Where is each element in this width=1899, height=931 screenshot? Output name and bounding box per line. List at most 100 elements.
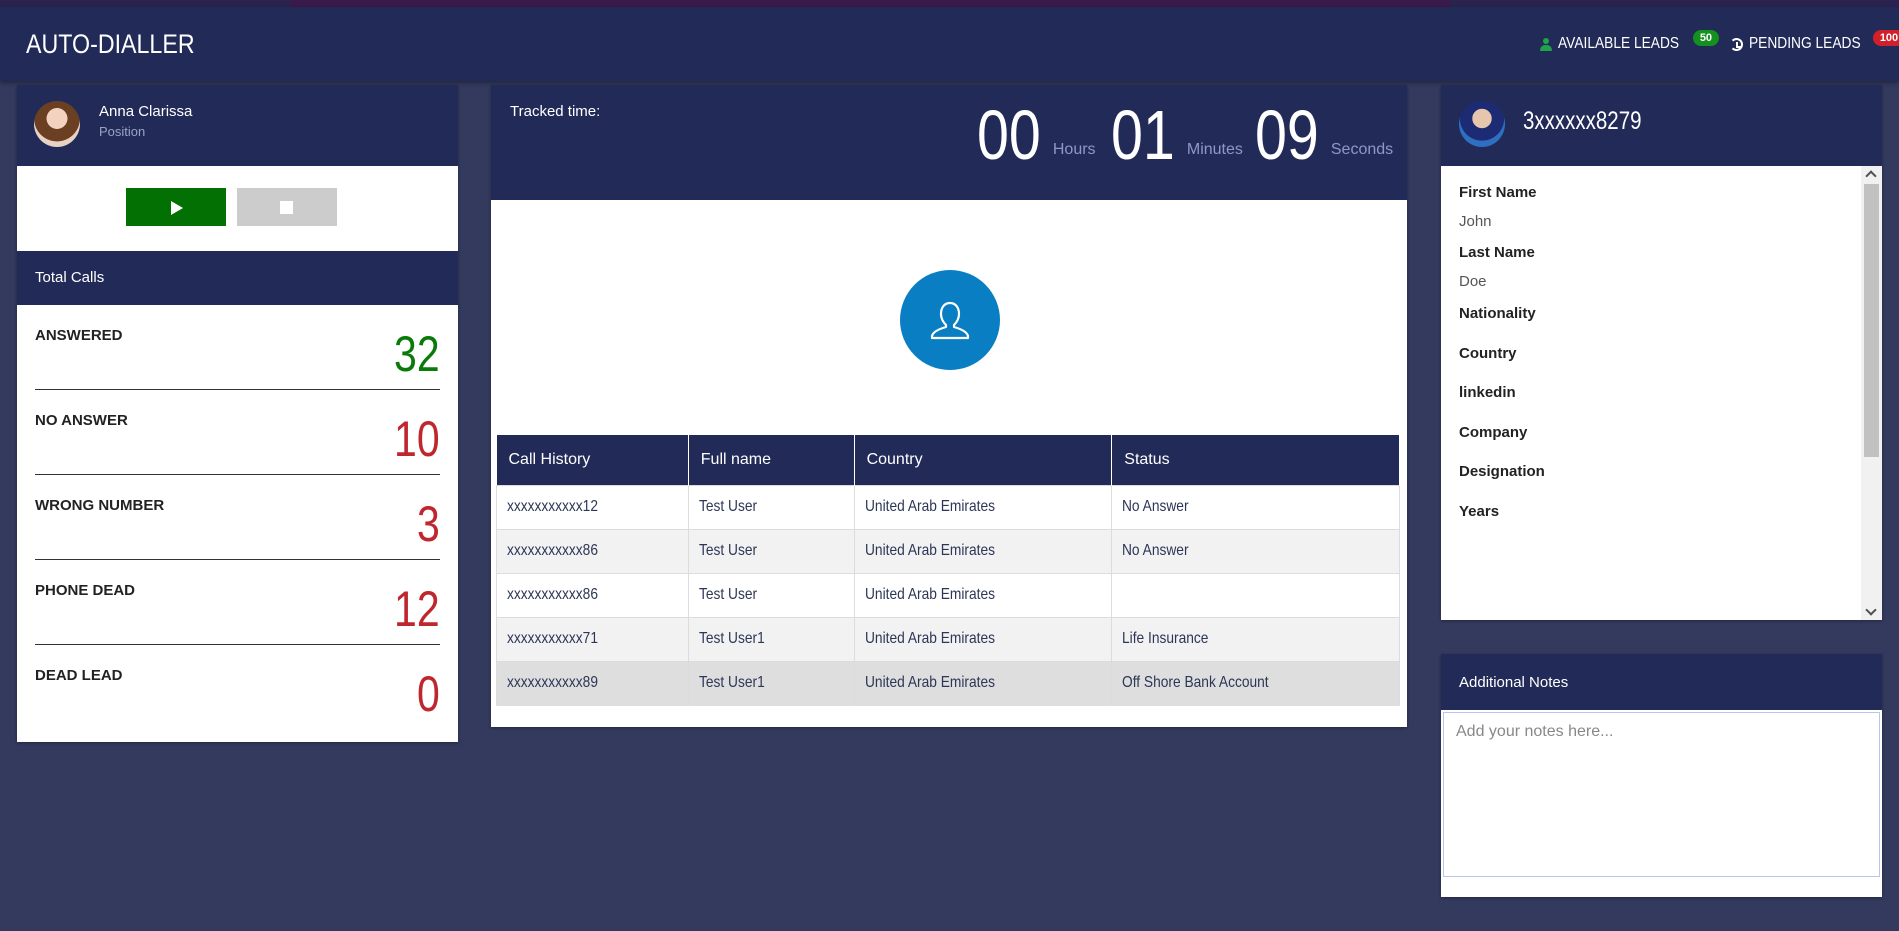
call-stat-label: ANSWERED [35, 327, 123, 344]
cell-text: Life Insurance [1122, 630, 1209, 647]
agent-name: Anna Clarissa [99, 103, 193, 120]
lead-field: linkedin [1459, 384, 1516, 401]
pending-leads-link[interactable]: PENDING LEADS 100 [1730, 30, 1899, 53]
call-history-table: Call History Full name Country Status xxxxx… [496, 435, 1400, 706]
table-row[interactable]: xxxxxxxxxxx71 Test User1 United Arab Emira… [496, 616, 1400, 662]
minutes-unit: Minutes [1186, 141, 1243, 158]
cell-text: No Answer [1122, 498, 1189, 515]
agent-position: Position [99, 124, 146, 139]
table-cell: Test User [687, 572, 855, 618]
lead-field-label: linkedin [1459, 384, 1516, 401]
call-stat: WRONG NUMBER 3 [35, 475, 440, 560]
dialler-controls [17, 166, 458, 251]
call-stat: ANSWERED 32 [35, 305, 440, 390]
cell-text: Test User [698, 498, 757, 515]
column-header: Full name [688, 435, 855, 485]
agent-avatar [34, 101, 80, 147]
lead-details-panel: 3xxxxxx8279 First Name John Last Name Doe Na… [1441, 85, 1882, 620]
call-stats-list: ANSWERED 32 NO ANSWER 10 WRONG NUMBER 3 PHO… [17, 305, 458, 730]
app-header: AUTO-DIALLER AVAILABLE LEADS 50 PENDING … [0, 7, 1899, 81]
table-cell: xxxxxxxxxxx71 [496, 616, 689, 662]
agent-profile: Anna Clarissa Position [17, 85, 458, 166]
notes-textarea[interactable] [1443, 712, 1880, 877]
call-stat: DEAD LEAD 0 [35, 645, 440, 730]
table-cell: xxxxxxxxxxx86 [496, 528, 689, 574]
column-header: Call History [496, 435, 689, 485]
call-stat-value: 10 [394, 411, 440, 467]
available-leads-link[interactable]: AVAILABLE LEADS 50 [1540, 30, 1720, 53]
lead-field-value: Doe [1459, 273, 1487, 290]
table-row[interactable]: xxxxxxxxxxx86 Test User United Arab Emirat… [496, 528, 1400, 574]
table-row[interactable]: xxxxxxxxxxx89 Test User1 United Arab Emira… [496, 660, 1400, 706]
cell-text: xxxxxxxxxxx89 [507, 674, 598, 691]
table-cell: No Answer [1111, 528, 1400, 574]
table-cell [1111, 572, 1400, 618]
table-row[interactable]: xxxxxxxxxxx86 Test User United Arab Emirat… [496, 572, 1400, 618]
table-cell: Test User1 [687, 616, 855, 662]
table-cell: United Arab Emirates [853, 616, 1113, 662]
lead-header: 3xxxxxx8279 [1441, 85, 1882, 166]
call-history-header-row: Call History Full name Country Status [496, 435, 1400, 485]
call-stat: NO ANSWER 10 [35, 390, 440, 475]
scroll-down-icon[interactable] [1866, 606, 1877, 617]
play-button[interactable] [126, 188, 226, 226]
available-leads-label: AVAILABLE LEADS [1558, 35, 1680, 52]
lead-fields-scrollbar[interactable] [1861, 166, 1882, 620]
table-cell: Test User [687, 528, 855, 574]
cell-text: Test User1 [698, 630, 765, 647]
call-stat-label: PHONE DEAD [35, 582, 136, 599]
table-cell: United Arab Emirates [853, 660, 1113, 706]
lead-avatar-placeholder [900, 270, 1000, 370]
user-icon [1540, 37, 1552, 51]
pending-leads-badge: 100 [1872, 30, 1899, 46]
call-stat-label: WRONG NUMBER [35, 497, 165, 514]
lead-field-label: Nationality [1459, 305, 1536, 322]
lead-avatar [1459, 101, 1505, 147]
lead-field: Designation [1459, 463, 1545, 480]
cell-text: No Answer [1122, 542, 1189, 559]
scroll-up-icon[interactable] [1866, 169, 1877, 180]
cell-text: xxxxxxxxxxx71 [507, 630, 598, 647]
call-stat-label: NO ANSWER [35, 412, 128, 429]
column-header: Country [854, 435, 1113, 485]
cell-text: xxxxxxxxxxx86 [507, 542, 598, 559]
table-cell: Test User [687, 484, 855, 530]
cell-text: Test User1 [698, 674, 765, 691]
lead-field-label: Last Name [1459, 244, 1535, 261]
timer-hours: 00 Hours [977, 99, 1096, 171]
top-accent-bar [0, 0, 1899, 7]
table-cell: Test User1 [687, 660, 855, 706]
call-stat-label: DEAD LEAD [35, 667, 123, 684]
cell-text: United Arab Emirates [864, 630, 995, 647]
cell-text: United Arab Emirates [864, 498, 995, 515]
hours-unit: Hours [1052, 141, 1096, 158]
cell-text: xxxxxxxxxxx12 [507, 498, 598, 515]
cell-text: Test User [698, 542, 757, 559]
table-row[interactable]: xxxxxxxxxxx12 Test User United Arab Emirat… [496, 484, 1400, 530]
seconds-value: 09 [1255, 96, 1319, 174]
timer-minutes: 01 Minutes [1111, 99, 1243, 171]
call-stat: PHONE DEAD 12 [35, 560, 440, 645]
scrollbar-thumb[interactable] [1864, 184, 1879, 457]
top-accent-stripe [290, 0, 1450, 7]
table-cell: United Arab Emirates [853, 572, 1113, 618]
lead-fields[interactable]: First Name John Last Name Doe Nationality Cou… [1441, 166, 1882, 620]
lead-field: Last Name Doe [1459, 244, 1535, 290]
cell-text: Test User [698, 586, 757, 603]
stop-button[interactable] [237, 188, 337, 226]
lead-field: Country [1459, 345, 1517, 362]
lead-field: Nationality [1459, 305, 1536, 322]
call-stat-value: 32 [394, 326, 440, 382]
total-calls-title: Total Calls [17, 251, 458, 305]
lead-field: Company [1459, 424, 1527, 441]
lead-field: First Name John [1459, 184, 1537, 230]
table-cell: United Arab Emirates [853, 484, 1113, 530]
agent-panel: Anna Clarissa Position Total Calls ANSWE… [17, 85, 458, 742]
table-cell: xxxxxxxxxxx86 [496, 572, 689, 618]
timer-seconds: 09 Seconds [1255, 99, 1393, 171]
lead-phone-number: 3xxxxxx8279 [1523, 107, 1642, 135]
lead-field-value: John [1459, 213, 1492, 230]
lead-field-label: Country [1459, 345, 1517, 362]
lead-field-label: Years [1459, 503, 1500, 520]
pending-leads-label: PENDING LEADS [1749, 35, 1861, 52]
